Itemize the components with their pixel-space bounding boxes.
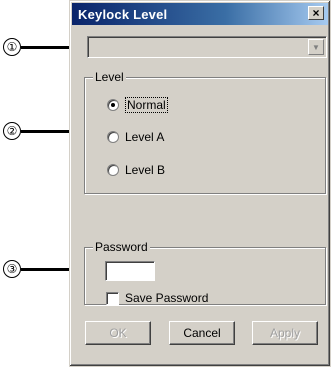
- password-group-label: Password: [93, 240, 150, 254]
- cancel-button-label: Cancel: [183, 326, 221, 340]
- ok-button[interactable]: OK: [85, 321, 151, 345]
- password-input[interactable]: [105, 261, 155, 281]
- combo-dropdown-button[interactable]: ▼: [308, 39, 324, 55]
- callout-2-number: ②: [3, 122, 21, 140]
- radio-level-a-button[interactable]: [107, 131, 119, 143]
- cancel-button[interactable]: Cancel: [169, 321, 235, 345]
- save-password-label: Save Password: [125, 291, 209, 305]
- callout-3-number: ③: [3, 260, 21, 278]
- save-password-checkbox[interactable]: Save Password: [106, 291, 208, 305]
- save-password-check[interactable]: [106, 291, 119, 305]
- close-icon: ×: [312, 5, 320, 20]
- window-title: Keylock Level: [78, 6, 168, 22]
- radio-level-a-label: Level A: [125, 130, 165, 144]
- keylock-combo[interactable]: ▼: [87, 36, 327, 58]
- ok-button-label: OK: [109, 326, 127, 340]
- level-group: Level Normal Level A Level B: [84, 70, 326, 194]
- level-group-label: Level: [93, 70, 126, 84]
- radio-normal-label: Normal: [125, 97, 168, 113]
- radio-level-b[interactable]: Level B: [107, 163, 165, 177]
- close-button[interactable]: ×: [308, 6, 324, 20]
- radio-level-a[interactable]: Level A: [107, 130, 164, 144]
- apply-button-label: Apply: [269, 326, 301, 340]
- keylock-level-dialog: Keylock Level × ▼ Level Normal Level A L…: [69, 0, 331, 367]
- radio-level-b-label: Level B: [125, 163, 166, 177]
- chevron-down-icon: ▼: [312, 42, 320, 52]
- apply-button[interactable]: Apply: [252, 321, 318, 345]
- callout-1-number: ①: [3, 38, 21, 56]
- radio-normal[interactable]: Normal: [107, 97, 168, 113]
- title-bar[interactable]: Keylock Level ×: [72, 3, 328, 25]
- radio-normal-button[interactable]: [107, 99, 119, 111]
- radio-level-b-button[interactable]: [107, 164, 119, 176]
